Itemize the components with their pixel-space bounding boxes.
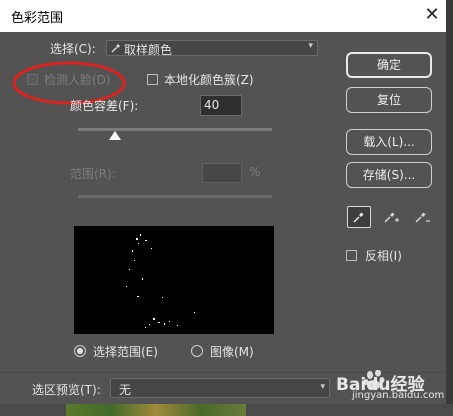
background-workspace-right: [446, 0, 453, 416]
range-slider-track[interactable]: [78, 195, 272, 198]
fuzziness-input[interactable]: 40: [200, 95, 242, 116]
dialog-title: 色彩范围: [11, 11, 64, 26]
selection-preview-dropdown[interactable]: 无 ▾: [110, 378, 330, 398]
selection-preview-label: 选区预览(T):: [32, 383, 101, 397]
close-button[interactable]: ✕: [421, 3, 443, 27]
eyedropper-minus-icon: [415, 212, 430, 223]
view-selection-radio[interactable]: [74, 345, 86, 357]
eyedropper-plus-icon: [384, 212, 399, 223]
fuzziness-slider-thumb[interactable]: [109, 131, 121, 142]
localized-clusters-label: 本地化颜色簇(Z): [164, 73, 254, 87]
invert-checkbox[interactable]: [346, 250, 357, 261]
add-to-sample-button[interactable]: [380, 206, 404, 228]
eyedropper-icon: [111, 44, 120, 53]
chevron-down-icon: ▾: [320, 382, 325, 392]
fuzziness-slider-track[interactable]: [78, 128, 272, 131]
background-photo-strip: [66, 404, 246, 416]
range-input[interactable]: [202, 163, 242, 183]
select-dropdown[interactable]: 取样颜色 ▾: [106, 40, 318, 57]
select-label: 选择(C):: [50, 42, 96, 56]
eyedropper-button[interactable]: [347, 206, 371, 228]
chevron-down-icon: ▾: [308, 41, 313, 51]
ok-button[interactable]: 确定: [346, 52, 432, 78]
selection-preview-value: 无: [119, 383, 132, 397]
reset-button[interactable]: 复位: [346, 87, 432, 113]
selection-preview: [74, 226, 274, 334]
load-button[interactable]: 载入(L)...: [346, 129, 432, 155]
localized-clusters-checkbox[interactable]: [147, 74, 158, 85]
save-button[interactable]: 存储(S)...: [346, 162, 432, 188]
select-value: 取样颜色: [124, 43, 173, 57]
color-range-dialog: 色彩范围 ✕ 选择(C): 取样颜色 ▾ 检测人脸(D) 本地化颜色簇(Z) 颜…: [0, 0, 446, 404]
subtract-from-sample-button[interactable]: [411, 206, 435, 228]
view-image-label: 图像(M): [210, 345, 254, 359]
watermark-url: jingyan.baidu.com: [352, 390, 445, 401]
eyedropper-icon: [353, 212, 364, 223]
view-selection-label: 选择范围(E): [93, 345, 158, 359]
fuzziness-label: 颜色容差(F):: [70, 99, 139, 113]
title-bar: [0, 0, 446, 32]
range-label: 范围(R):: [70, 167, 116, 181]
view-image-radio[interactable]: [191, 345, 203, 357]
range-unit: %: [249, 165, 261, 179]
invert-label: 反相(I): [365, 249, 402, 263]
